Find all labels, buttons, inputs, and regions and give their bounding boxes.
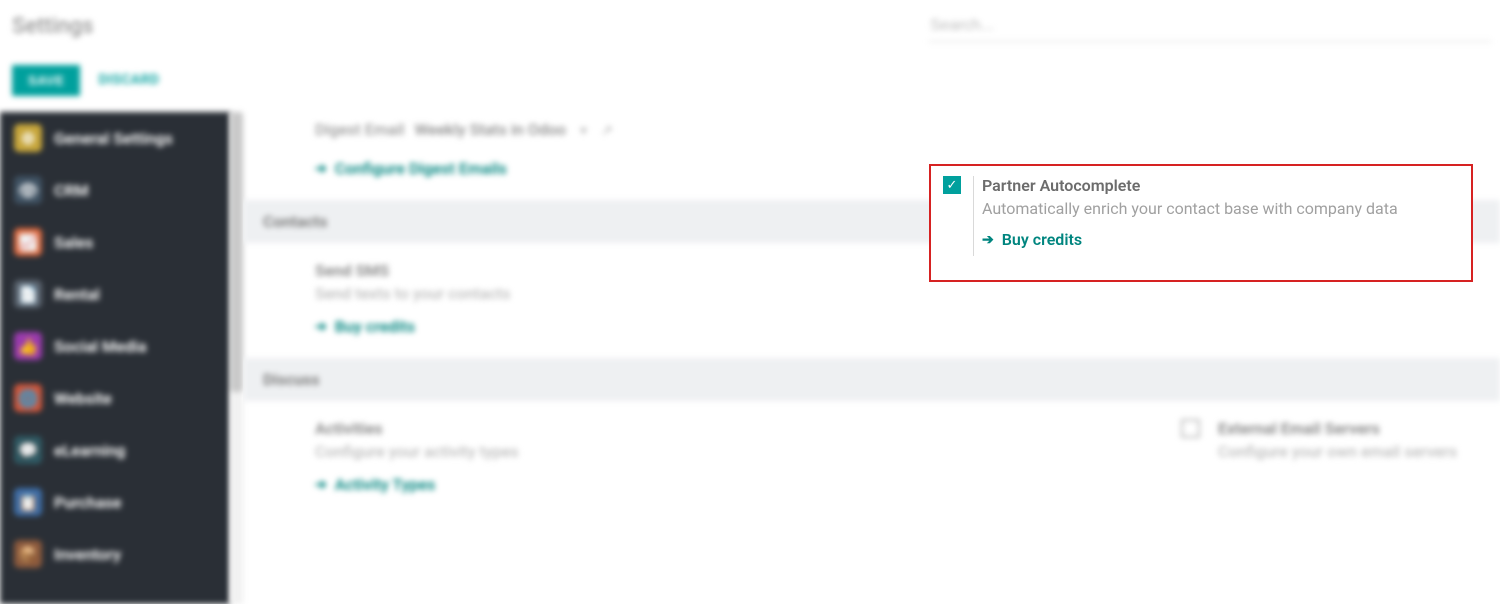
page-title: Settings bbox=[12, 14, 93, 39]
divider bbox=[973, 176, 974, 256]
link-label: Activity Types bbox=[335, 475, 436, 494]
sidebar-item-label: Sales bbox=[54, 233, 93, 252]
partner-autocomplete-highlight: ✓ Partner Autocomplete Automatically enr… bbox=[929, 164, 1473, 282]
link-label: Configure Digest Emails bbox=[335, 159, 507, 178]
sms-buy-credits-link[interactable]: ➔ Buy credits bbox=[315, 317, 415, 336]
sidebar-item-label: Rental bbox=[54, 285, 100, 304]
sidebar-item-label: Website bbox=[54, 389, 112, 408]
sidebar-item-rental[interactable]: 📄 Rental bbox=[0, 268, 230, 320]
configure-digest-link[interactable]: ➔ Configure Digest Emails bbox=[315, 159, 507, 178]
sidebar-item-label: Inventory bbox=[54, 545, 121, 564]
external-email-subtitle: Configure your own email servers bbox=[1218, 442, 1457, 461]
partner-autocomplete-title: Partner Autocomplete bbox=[982, 176, 1398, 195]
scrollbar-thumb[interactable] bbox=[230, 112, 243, 392]
chat-icon: 💬 bbox=[14, 436, 42, 464]
sidebar-item-label: Social Media bbox=[54, 337, 146, 356]
pa-buy-credits-link[interactable]: ➔ Buy credits bbox=[982, 230, 1082, 249]
key-icon: 📄 bbox=[14, 280, 42, 308]
sidebar-item-label: Purchase bbox=[54, 493, 122, 512]
sidebar-item-purchase[interactable]: 📋 Purchase bbox=[0, 476, 230, 528]
sidebar-item-label: eLearning bbox=[54, 441, 125, 460]
handshake-icon: 👁 bbox=[14, 176, 42, 204]
sidebar-item-label: General Settings bbox=[54, 129, 173, 148]
scrollbar-track bbox=[230, 112, 243, 604]
external-email-title: External Email Servers bbox=[1218, 419, 1457, 438]
sidebar-item-crm[interactable]: 👁 CRM bbox=[0, 164, 230, 216]
box-icon: 📦 bbox=[14, 540, 42, 568]
save-button[interactable]: SAVE bbox=[12, 65, 80, 96]
cart-icon: 📋 bbox=[14, 488, 42, 516]
sidebar-item-label: CRM bbox=[54, 181, 89, 200]
activities-subtitle: Configure your activity types bbox=[315, 442, 965, 461]
link-label: Buy credits bbox=[335, 317, 415, 336]
sidebar-item-website[interactable]: 🌐 Website bbox=[0, 372, 230, 424]
arrow-right-icon: ➔ bbox=[315, 319, 327, 335]
external-email-checkbox[interactable] bbox=[1181, 419, 1200, 438]
partner-autocomplete-subtitle: Automatically enrich your contact base w… bbox=[982, 199, 1398, 218]
chevron-down-icon[interactable]: ▾ bbox=[580, 123, 587, 139]
chart-icon: 📈 bbox=[14, 228, 42, 256]
sidebar: ⚙ General Settings 👁 CRM 📈 Sales 📄 Renta… bbox=[0, 112, 230, 604]
sidebar-item-social-media[interactable]: 👍 Social Media bbox=[0, 320, 230, 372]
digest-email-value[interactable]: Weekly Stats in Odoo bbox=[414, 120, 566, 139]
search-input[interactable] bbox=[928, 11, 1492, 42]
globe-icon: 🌐 bbox=[14, 384, 42, 412]
arrow-right-icon: ➔ bbox=[315, 161, 327, 177]
partner-autocomplete-checkbox[interactable]: ✓ bbox=[943, 176, 961, 194]
discard-button[interactable]: DISCARD bbox=[98, 72, 159, 88]
send-sms-subtitle: Send texts to your contacts bbox=[315, 284, 965, 303]
sidebar-item-general-settings[interactable]: ⚙ General Settings bbox=[0, 112, 230, 164]
activities-title: Activities bbox=[315, 419, 965, 438]
arrow-right-icon: ➔ bbox=[315, 477, 327, 493]
sidebar-item-inventory[interactable]: 📦 Inventory bbox=[0, 528, 230, 580]
link-label: Buy credits bbox=[1002, 230, 1082, 249]
sidebar-item-sales[interactable]: 📈 Sales bbox=[0, 216, 230, 268]
discuss-section-header: Discuss bbox=[243, 358, 1500, 401]
external-link-icon[interactable]: ↗ bbox=[601, 123, 613, 139]
arrow-right-icon: ➔ bbox=[982, 232, 994, 248]
thumb-icon: 👍 bbox=[14, 332, 42, 360]
gear-icon: ⚙ bbox=[14, 124, 42, 152]
activity-types-link[interactable]: ➔ Activity Types bbox=[315, 475, 435, 494]
digest-email-label: Digest Email bbox=[315, 120, 404, 139]
send-sms-title: Send SMS bbox=[315, 261, 965, 280]
sidebar-item-elearning[interactable]: 💬 eLearning bbox=[0, 424, 230, 476]
